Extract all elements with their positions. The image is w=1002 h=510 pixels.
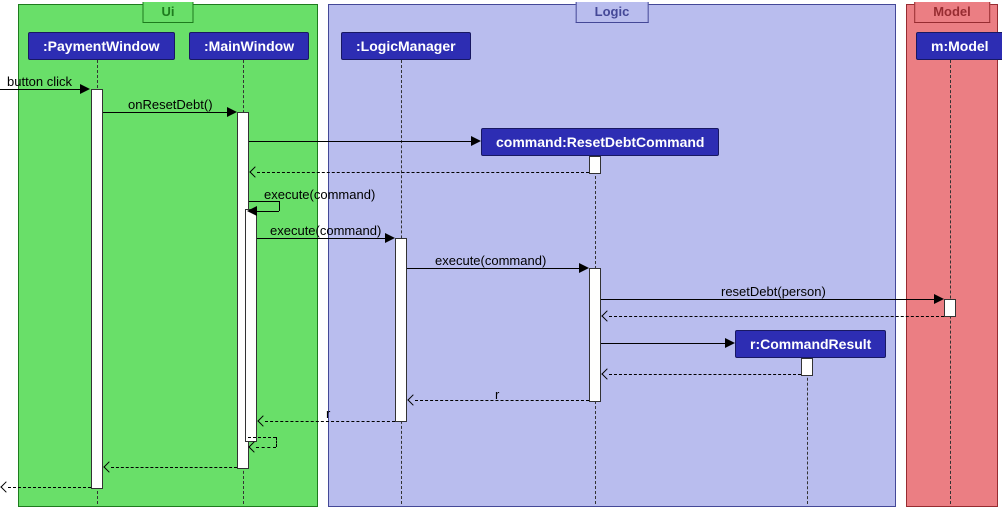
region-model: Model	[906, 4, 998, 507]
participant-main-window: :MainWindow	[189, 32, 309, 60]
participant-logic-manager: :LogicManager	[341, 32, 471, 60]
region-model-label: Model	[914, 2, 990, 23]
activation-model	[944, 299, 956, 317]
sequence-diagram: Ui Logic Model :PaymentWindow :MainWindo…	[0, 0, 1002, 510]
lifeline-command-result	[807, 358, 808, 504]
region-ui-label: Ui	[143, 2, 194, 23]
participant-command-result: r:CommandResult	[735, 330, 886, 358]
msg-execute-command-2: execute(command)	[270, 223, 381, 238]
activation-command-result	[801, 358, 813, 376]
msg-execute-command-1: execute(command)	[264, 187, 375, 202]
msg-button-click: button click	[7, 74, 72, 89]
msg-r2: r	[326, 406, 330, 421]
participant-payment-window: :PaymentWindow	[28, 32, 175, 60]
activation-main-window-2	[245, 209, 257, 442]
msg-execute-command-3: execute(command)	[435, 253, 546, 268]
activation-payment-window	[91, 89, 103, 489]
region-logic: Logic	[328, 4, 896, 507]
msg-reset-debt-person: resetDebt(person)	[721, 284, 826, 299]
region-logic-label: Logic	[576, 2, 649, 23]
lifeline-model	[950, 60, 951, 504]
activation-logic-manager	[395, 238, 407, 422]
activation-reset-debt-command-1	[589, 156, 601, 174]
participant-reset-debt-command: command:ResetDebtCommand	[481, 128, 719, 156]
msg-r1: r	[495, 387, 499, 402]
msg-on-reset-debt: onResetDebt()	[128, 97, 213, 112]
participant-model: m:Model	[916, 32, 1002, 60]
activation-reset-debt-command-2	[589, 268, 601, 402]
